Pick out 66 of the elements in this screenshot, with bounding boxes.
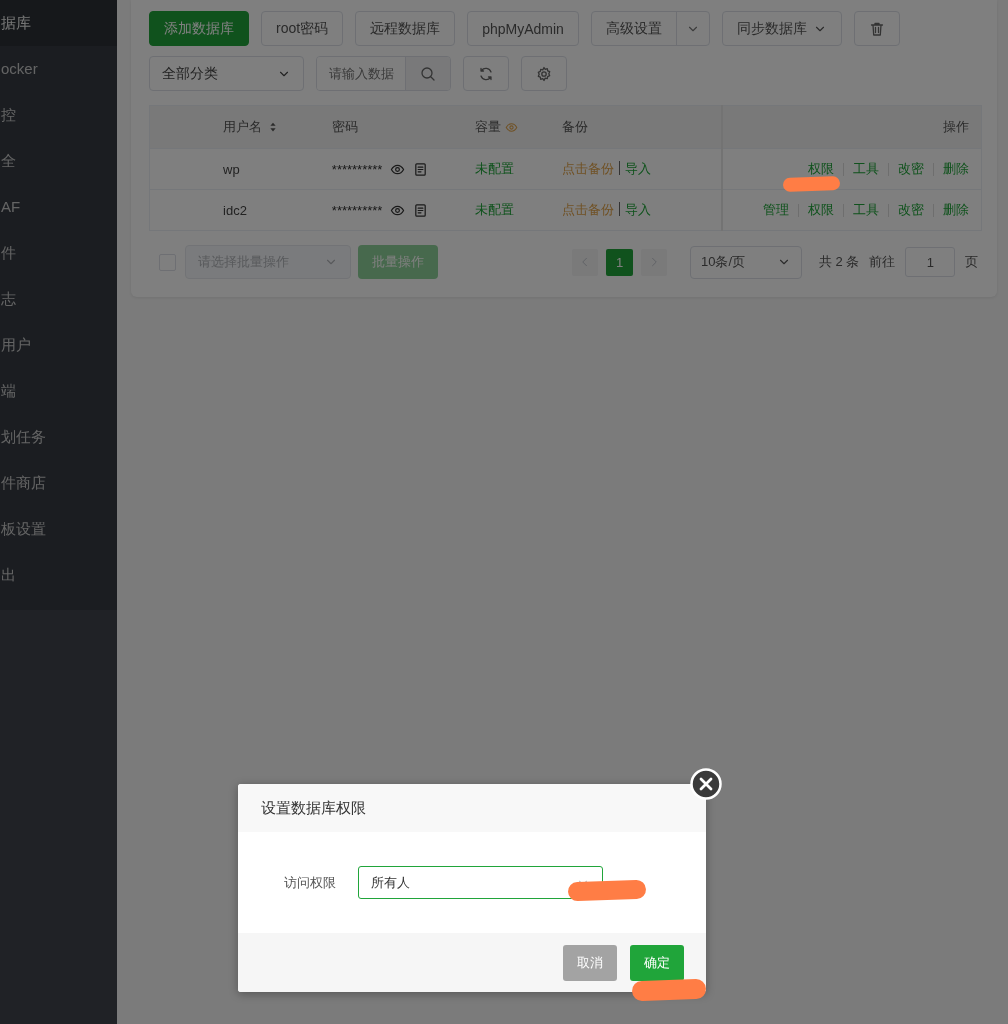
sidebar-item[interactable]: ocker xyxy=(0,46,117,92)
import-link[interactable]: 导入 xyxy=(624,202,651,217)
action-link[interactable]: 删除 xyxy=(943,201,969,219)
refresh-icon xyxy=(478,65,494,82)
action-link[interactable]: 工具 xyxy=(853,201,879,219)
category-select-value: 全部分类 xyxy=(162,64,218,83)
toolbar-button[interactable]: root密码 xyxy=(261,11,344,46)
page-unit: 页 xyxy=(965,253,979,271)
cancel-button[interactable]: 取消 xyxy=(563,944,617,981)
sidebar-item[interactable]: 据库 xyxy=(0,0,117,46)
action-link[interactable]: 管理 xyxy=(763,201,789,219)
sidebar-item[interactable]: 板设置 xyxy=(0,506,117,552)
table-cell: wp xyxy=(223,161,240,177)
sidebar-item[interactable]: 端 xyxy=(0,368,117,414)
split-button[interactable]: 高级设置 xyxy=(590,11,710,46)
add-database-button[interactable]: 添加数据库 xyxy=(149,11,249,46)
dialog-title: 设置数据库权限 xyxy=(261,798,366,818)
column-header: 容量 xyxy=(474,118,501,136)
column-header: 备份 xyxy=(561,118,588,136)
delete-button[interactable] xyxy=(853,11,900,46)
sidebar-item[interactable]: 用户 xyxy=(0,322,117,368)
trash-icon xyxy=(868,20,885,37)
column-header: 操作 xyxy=(943,118,969,136)
sidebar-item[interactable]: 志 xyxy=(0,276,117,322)
field-label: 访问权限 xyxy=(284,873,336,892)
table-cell: idc2 xyxy=(223,202,247,218)
confirm-button[interactable]: 确定 xyxy=(630,944,684,981)
total-count: 共 2 条 xyxy=(819,253,860,271)
refresh-button[interactable] xyxy=(463,56,509,91)
action-link[interactable]: 工具 xyxy=(853,160,879,178)
toolbar-button[interactable]: 远程数据库 xyxy=(355,11,456,46)
sidebar-item[interactable]: 件 xyxy=(0,230,117,276)
action-link[interactable]: 权限 xyxy=(808,201,834,219)
sidebar-item[interactable]: 划任务 xyxy=(0,414,117,460)
goto-label: 前往 xyxy=(869,253,896,271)
sidebar-item[interactable]: AF xyxy=(0,184,117,230)
settings-button[interactable] xyxy=(521,56,567,91)
action-link[interactable]: 权限 xyxy=(808,160,834,178)
toolbar-button[interactable]: phpMyAdmin xyxy=(467,11,579,46)
action-link[interactable]: 改密 xyxy=(898,160,924,178)
backup-link[interactable]: 点击备份 xyxy=(561,202,614,217)
password-text: ********** xyxy=(331,161,383,177)
sidebar-item[interactable]: 全 xyxy=(0,138,117,184)
split-button-label[interactable]: 高级设置 xyxy=(591,12,677,45)
dropdown-button[interactable]: 同步数据库 xyxy=(721,11,842,46)
capacity-link[interactable]: 未配置 xyxy=(474,202,514,217)
search-icon[interactable] xyxy=(420,65,436,82)
import-link[interactable]: 导入 xyxy=(624,161,651,176)
sidebar-item[interactable]: 出 xyxy=(0,552,117,598)
backup-link[interactable]: 点击备份 xyxy=(561,161,614,176)
action-link[interactable]: 改密 xyxy=(898,201,924,219)
password-text: ********** xyxy=(331,202,383,218)
column-header: 密码 xyxy=(331,118,358,136)
search-field[interactable]: 请输入数据 xyxy=(316,56,451,91)
sidebar-item[interactable]: 控 xyxy=(0,92,117,138)
page-size-select[interactable]: 10条/页 xyxy=(690,245,802,279)
page-button[interactable]: 1 xyxy=(606,248,633,276)
category-select[interactable]: 全部分类 xyxy=(149,56,304,91)
copy-icon[interactable] xyxy=(413,202,429,218)
action-link[interactable]: 删除 xyxy=(943,160,969,178)
settings-icon xyxy=(536,65,552,82)
column-header: 用户名 xyxy=(223,118,262,136)
sidebar-item[interactable]: 件商店 xyxy=(0,460,117,506)
copy-icon[interactable] xyxy=(413,161,429,177)
page-input[interactable]: 1 xyxy=(905,247,956,277)
capacity-link[interactable]: 未配置 xyxy=(474,161,514,176)
